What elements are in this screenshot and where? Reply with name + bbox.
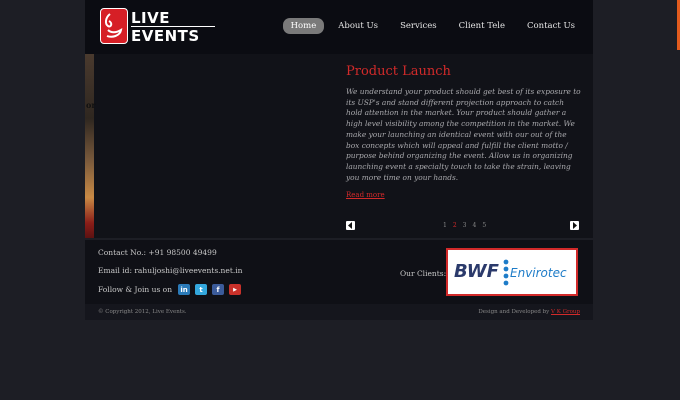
site-logo[interactable]: LIVE EVENTS [100,8,220,46]
follow-us: Follow & Join us on in t f ▶ [98,284,242,295]
client-logo-dots-icon [503,259,509,286]
contact-number: Contact No.: +91 98500 49499 [98,248,217,257]
nav-services[interactable]: Services [392,18,445,34]
read-more-link[interactable]: Read more [346,191,385,199]
header: LIVE EVENTS Home About Us Services Clien… [85,0,593,54]
logo-emblem [100,8,128,44]
pager-page-4[interactable]: 4 [472,222,476,229]
linkedin-icon[interactable]: in [178,284,191,295]
prev-arrow-icon[interactable] [346,221,355,230]
nav-about-us[interactable]: About Us [330,18,386,34]
client-logo-name: Envirotec [510,266,567,280]
nav-client-tele[interactable]: Client Tele [451,18,513,34]
next-arrow-icon[interactable] [570,221,579,230]
facebook-icon[interactable]: f [212,284,225,295]
slide-pager: 1 2 3 4 5 [443,222,486,229]
copyright-text: © Copyright 2012, Live Events. [98,309,187,315]
credit-link[interactable]: V K Group [551,309,580,315]
nav-contact-us[interactable]: Contact Us [519,18,583,34]
slide-photo: or [85,54,96,238]
client-logo-bwf[interactable]: BWF Envirotec [446,248,578,296]
credit-text: Design and Developed by V K Group [478,309,580,315]
credit-prefix: Design and Developed by [478,309,550,315]
follow-label: Follow & Join us on [98,285,173,294]
pager-page-5[interactable]: 5 [482,222,486,229]
social-links: in t f ▶ [178,284,242,295]
youtube-icon[interactable]: ▶ [229,284,242,295]
main-nav: Home About Us Services Client Tele Conta… [282,18,583,34]
footer: Contact No.: +91 98500 49499 Email id: r… [85,240,593,304]
logo-text-live: LIVE [131,9,170,27]
logo-text-events: EVENTS [131,27,200,45]
pager-page-1[interactable]: 1 [443,222,447,229]
contact-email: Email id: rahuljoshi@liveevents.net.in [98,266,243,275]
nav-home[interactable]: Home [282,18,325,34]
hero-slider: or Product Launch We understand your pro… [85,54,593,238]
clients-label: Our Clients: [400,269,447,278]
slide-title: Product Launch [346,64,451,79]
bottom-bar: © Copyright 2012, Live Events. Design an… [85,304,593,320]
slide-photo-text: or [86,100,96,110]
client-logo-brand: BWF [454,261,499,282]
twitter-icon[interactable]: t [195,284,208,295]
slide-description: We understand your product should get be… [346,87,581,182]
page-container: LIVE EVENTS Home About Us Services Clien… [85,0,593,320]
pager-page-2[interactable]: 2 [453,222,457,229]
pager-page-3[interactable]: 3 [463,222,467,229]
